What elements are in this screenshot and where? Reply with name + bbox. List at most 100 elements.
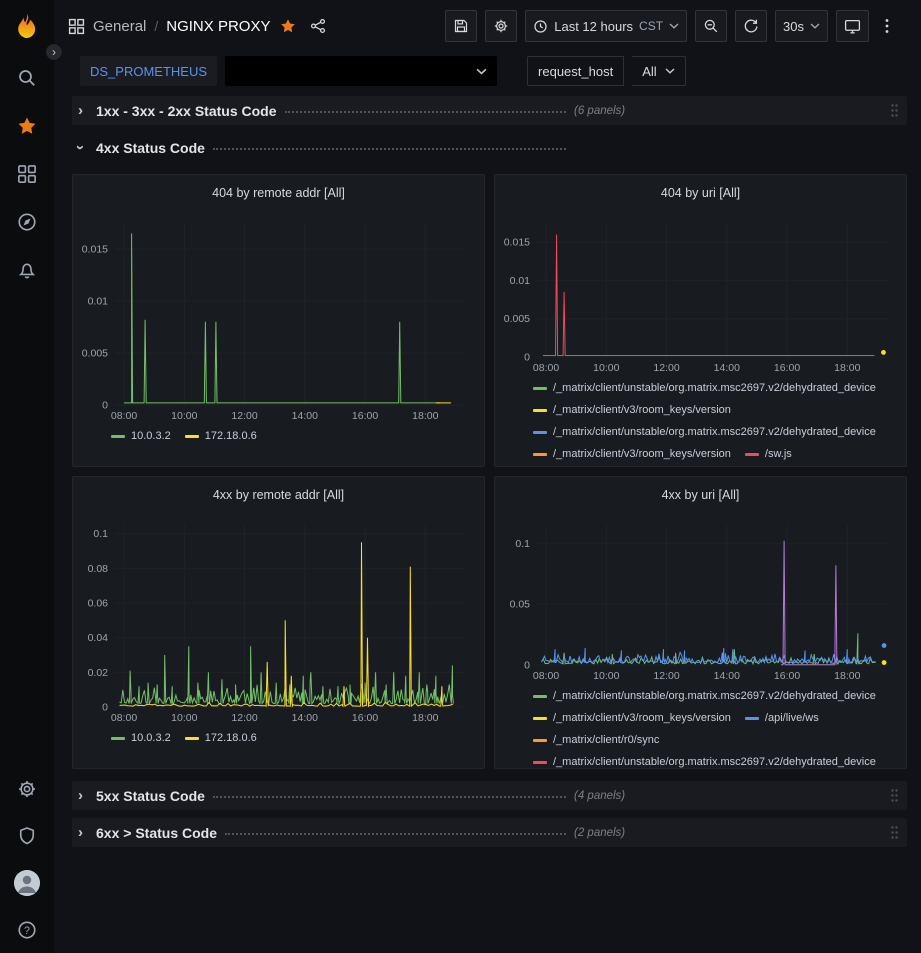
search-icon: [17, 68, 37, 88]
legend-item[interactable]: /_matrix/client/unstable/org.matrix.msc2…: [533, 753, 876, 768]
legend-label: 172.18.0.6: [205, 430, 257, 442]
timeseries-chart[interactable]: 00.050.108:0010:0012:0014:0016:0018:00: [499, 513, 902, 683]
legend-item[interactable]: /_matrix/client/v3/room_keys/version: [533, 401, 731, 419]
request-host-select-value: All: [642, 64, 656, 79]
sidebar-item-server-admin[interactable]: [0, 812, 54, 859]
timeseries-chart[interactable]: 00.0050.010.01508:0010:0012:0014:0016:00…: [77, 211, 480, 423]
legend-item[interactable]: /_matrix/client/r0/sync: [533, 731, 659, 749]
legend-item[interactable]: /_matrix/client/v3/room_keys/version: [533, 445, 731, 463]
shield-icon: [17, 826, 37, 846]
time-range-picker[interactable]: Last 12 hours CST: [525, 10, 687, 42]
svg-text:18:00: 18:00: [412, 410, 438, 422]
sidebar-item-explore[interactable]: [0, 198, 54, 246]
panel-grid-4xx: 404 by remote addr [All] 00.0050.010.015…: [72, 174, 907, 769]
zoom-out-button[interactable]: [695, 10, 727, 42]
row-header-1xx[interactable]: › 1xx - 3xx - 2xx Status Code (6 panels): [72, 96, 907, 125]
gear-icon: [17, 779, 37, 799]
legend-item[interactable]: /_matrix/client/v3/room_keys/version: [533, 709, 731, 727]
drag-handle[interactable]: [890, 103, 899, 118]
svg-text:0: 0: [524, 660, 530, 672]
dotted-leader: [213, 796, 566, 798]
expand-sidebar-button[interactable]: ›: [45, 43, 63, 61]
dashboard-title[interactable]: NGINX PROXY: [166, 18, 270, 35]
sidebar-item-search[interactable]: [0, 54, 54, 102]
drag-handle[interactable]: [890, 788, 899, 803]
sidebar-item-dashboards[interactable]: [0, 150, 54, 198]
svg-text:0.015: 0.015: [82, 244, 108, 256]
tv-mode-button[interactable]: [836, 10, 869, 42]
datasource-select[interactable]: [225, 56, 497, 86]
panel-title[interactable]: 4xx by uri [All]: [495, 477, 906, 513]
svg-text:0: 0: [524, 352, 530, 364]
legend-item[interactable]: 10.0.3.2: [111, 427, 171, 445]
chevron-down-icon: [810, 23, 820, 29]
dotted-leader: [213, 148, 566, 150]
svg-text:0.04: 0.04: [88, 632, 109, 644]
panel-title[interactable]: 404 by remote addr [All]: [73, 175, 484, 211]
legend-item[interactable]: /_matrix/client/unstable/org.matrix.msc2…: [533, 423, 876, 441]
svg-text:12:00: 12:00: [231, 712, 257, 724]
legend-swatch: [533, 717, 547, 720]
legend-swatch: [185, 737, 199, 740]
row-header-4xx[interactable]: › 4xx Status Code: [72, 133, 907, 162]
timeseries-chart[interactable]: 00.020.040.060.080.108:0010:0012:0014:00…: [77, 513, 480, 725]
svg-text:16:00: 16:00: [352, 712, 378, 724]
breadcrumb-folder[interactable]: General: [93, 18, 146, 35]
refresh-interval-value: 30s: [783, 19, 804, 34]
sidebar-item-alerting[interactable]: [0, 246, 54, 294]
sidebar-item-profile[interactable]: [0, 859, 54, 906]
legend-label: 172.18.0.6: [205, 732, 257, 744]
legend-swatch: [533, 431, 547, 434]
timeseries-chart[interactable]: 00.0050.010.01508:0010:0012:0014:0016:00…: [499, 211, 902, 375]
legend-label: /_matrix/client/v3/room_keys/version: [553, 448, 731, 460]
row-header-6xx[interactable]: › 6xx > Status Code (2 panels): [72, 818, 907, 847]
chevron-down-icon: [476, 68, 487, 75]
row-title: 6xx > Status Code: [96, 825, 217, 841]
zoom-out-icon: [703, 18, 719, 34]
svg-text:14:00: 14:00: [292, 712, 318, 724]
favorite-star-icon[interactable]: [280, 18, 296, 34]
legend-item[interactable]: /_matrix/client/unstable/org.matrix.msc2…: [533, 687, 876, 705]
refresh-interval-dropdown[interactable]: 30s: [775, 10, 828, 42]
dotted-leader: [285, 111, 566, 113]
svg-text:16:00: 16:00: [774, 362, 800, 374]
panel-legend: 10.0.3.2 172.18.0.6: [73, 725, 484, 768]
legend-item[interactable]: 172.18.0.6: [185, 427, 257, 445]
save-dashboard-button[interactable]: [445, 10, 477, 42]
request-host-select[interactable]: All: [632, 56, 685, 86]
legend-item[interactable]: 172.18.0.6: [185, 729, 257, 747]
legend-item[interactable]: /sw.js: [745, 445, 792, 463]
refresh-button[interactable]: [735, 10, 767, 42]
legend-swatch: [745, 717, 759, 720]
datasource-variable-label[interactable]: DS_PROMETHEUS: [80, 56, 217, 86]
chevron-right-icon: ›: [78, 787, 96, 804]
legend-label: /api/live/ws: [765, 712, 819, 724]
svg-text:08:00: 08:00: [533, 670, 559, 682]
grafana-app: ? › General / NGINX PROXY: [0, 0, 921, 953]
sidebar-item-settings[interactable]: [0, 765, 54, 812]
legend-swatch: [745, 453, 759, 456]
sidebar-item-starred[interactable]: [0, 102, 54, 150]
svg-text:0.015: 0.015: [504, 237, 530, 249]
chevron-down-icon: ›: [78, 139, 96, 156]
kebab-menu-button[interactable]: [877, 10, 909, 42]
legend-item[interactable]: /_matrix/client/unstable/org.matrix.msc2…: [533, 379, 876, 397]
drag-handle[interactable]: [890, 825, 899, 840]
sidebar-item-help[interactable]: ?: [0, 906, 54, 953]
dotted-leader: [225, 833, 566, 835]
panel-title[interactable]: 4xx by remote addr [All]: [73, 477, 484, 513]
panel-404-by-remote-addr: 404 by remote addr [All] 00.0050.010.015…: [72, 174, 485, 467]
svg-text:0.005: 0.005: [82, 348, 108, 360]
time-range-label: Last 12 hours: [554, 19, 633, 34]
breadcrumb-separator: /: [154, 18, 158, 34]
legend-item[interactable]: /api/live/ws: [745, 709, 819, 727]
sidebar: ?: [0, 0, 54, 953]
legend-item[interactable]: 10.0.3.2: [111, 729, 171, 747]
panel-title[interactable]: 404 by uri [All]: [495, 175, 906, 211]
row-header-5xx[interactable]: › 5xx Status Code (4 panels): [72, 781, 907, 810]
bell-icon: [17, 260, 37, 280]
share-icon[interactable]: [310, 18, 326, 34]
dashboard-settings-button[interactable]: [485, 10, 517, 42]
row-title: 1xx - 3xx - 2xx Status Code: [96, 103, 277, 119]
legend-swatch: [111, 737, 125, 740]
